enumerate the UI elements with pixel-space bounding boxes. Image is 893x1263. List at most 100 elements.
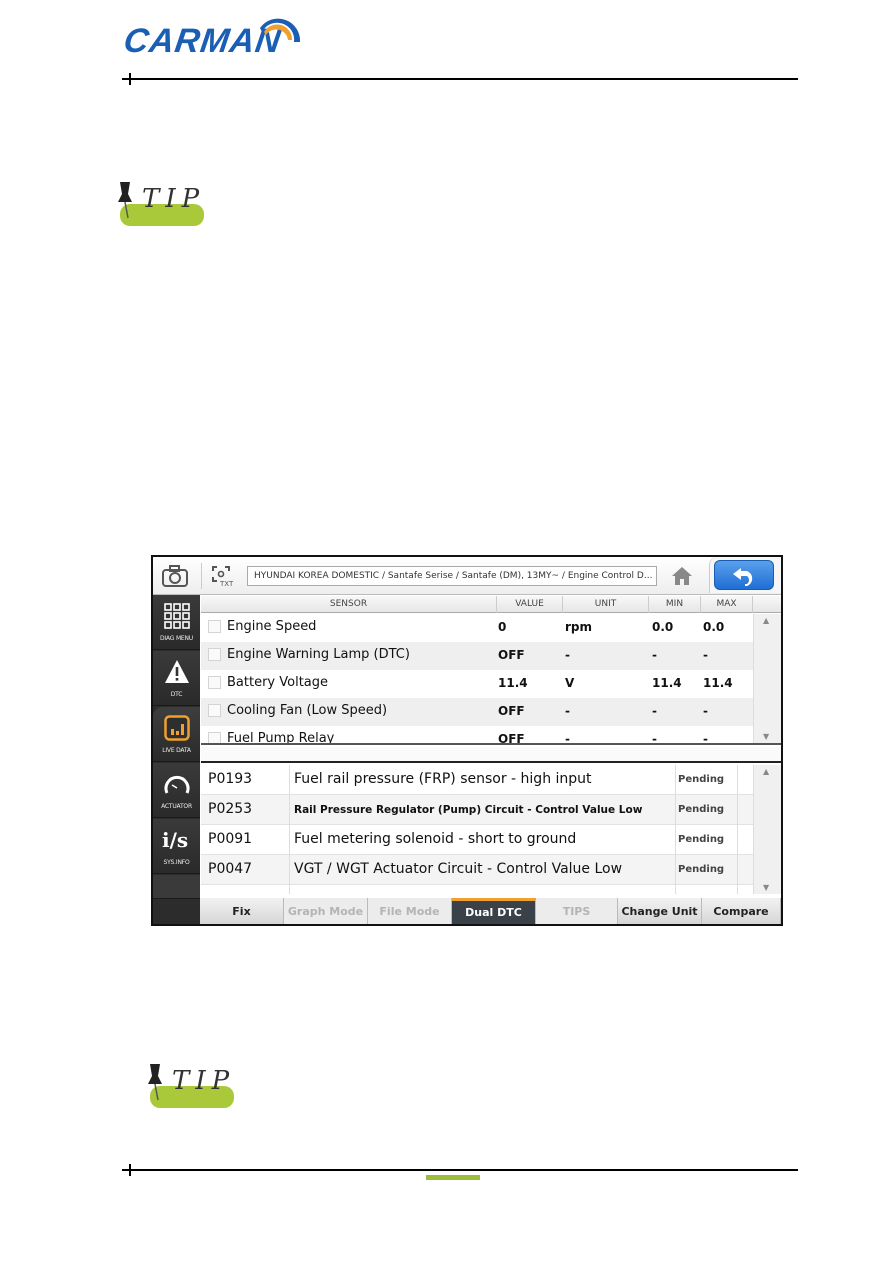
- sidebar-item-diag-menu[interactable]: DIAG MENU: [153, 595, 200, 650]
- sensor-max: 0.0: [703, 620, 725, 634]
- tip-label: TIP: [172, 1066, 236, 1096]
- dtc-code: P0193: [208, 771, 253, 787]
- dtc-description: Fuel metering solenoid - short to ground: [294, 831, 577, 847]
- scroll-down-icon[interactable]: ▼: [763, 883, 769, 892]
- device-screen: TXT HYUNDAI KOREA DOMESTIC / Santafe Ser…: [151, 555, 783, 926]
- fix-button[interactable]: Fix: [200, 898, 284, 924]
- sensor-row[interactable]: Engine Speed 0 rpm 0.0 0.0: [201, 614, 753, 642]
- pushpin-icon: [148, 1064, 162, 1101]
- info-icon: i/s: [162, 828, 189, 852]
- sensor-max: 11.4: [703, 676, 733, 690]
- sensor-unit: -: [565, 648, 570, 662]
- back-button[interactable]: [714, 560, 774, 590]
- sensor-value: OFF: [498, 648, 525, 662]
- dtc-code: P0253: [208, 801, 253, 817]
- graph-mode-button[interactable]: Graph Mode: [284, 898, 368, 924]
- col-header-value[interactable]: VALUE: [497, 596, 563, 613]
- dtc-scrollbar[interactable]: ▲ ▼: [753, 765, 781, 894]
- dtc-description: Rail Pressure Regulator (Pump) Circuit -…: [294, 804, 643, 816]
- tip-badge: TIP: [114, 180, 206, 230]
- home-icon[interactable]: [671, 565, 693, 587]
- dtc-description: VGT / WGT Actuator Circuit - Control Val…: [294, 861, 623, 877]
- header-rule: [122, 78, 798, 80]
- panel-splitter[interactable]: [201, 747, 781, 763]
- sensor-value: OFF: [498, 732, 525, 743]
- column-divider: [289, 765, 290, 894]
- compare-button[interactable]: Compare: [702, 898, 781, 924]
- sidebar-item-live-data[interactable]: LIVE DATA: [153, 707, 200, 762]
- sensor-row[interactable]: Battery Voltage 11.4 V 11.4 11.4: [201, 670, 753, 698]
- sensor-max: -: [703, 732, 708, 743]
- sidebar-item-sys-info[interactable]: i/s SYS.INFO: [153, 819, 200, 874]
- bottom-toolbar: Fix Graph Mode File Mode Dual DTC TIPS C…: [200, 898, 781, 924]
- dtc-row[interactable]: P0091 Fuel metering solenoid - short to …: [201, 825, 753, 855]
- sensor-min: -: [652, 648, 657, 662]
- col-header-unit[interactable]: UNIT: [563, 596, 649, 613]
- sidebar-label: SYS.INFO: [163, 859, 190, 866]
- sensor-max: -: [703, 648, 708, 662]
- dtc-row[interactable]: P0193 Fuel rail pressure (FRP) sensor - …: [201, 765, 753, 795]
- dual-dtc-button[interactable]: Dual DTC: [452, 898, 536, 924]
- header-rule-tick: [129, 73, 131, 85]
- sensor-unit: -: [565, 732, 570, 743]
- sensor-scrollbar[interactable]: ▲ ▼: [753, 614, 781, 743]
- footer-rule: [122, 1169, 798, 1171]
- sensor-unit: -: [565, 704, 570, 718]
- sensor-min: 11.4: [652, 676, 682, 690]
- text-capture-button[interactable]: TXT: [209, 563, 237, 591]
- sensor-table: SENSOR VALUE UNIT MIN MAX Engine Speed 0…: [201, 596, 781, 745]
- logo-swoosh-icon: [260, 18, 301, 42]
- dtc-code: P0091: [208, 831, 253, 847]
- dtc-status: Pending: [678, 774, 725, 785]
- sensor-unit: rpm: [565, 620, 593, 634]
- sensor-value: OFF: [498, 704, 525, 718]
- dtc-code: P0047: [208, 861, 253, 877]
- pushpin-icon: [118, 182, 132, 219]
- row-checkbox[interactable]: [208, 620, 221, 633]
- change-unit-button[interactable]: Change Unit: [618, 898, 702, 924]
- sensor-row[interactable]: Cooling Fan (Low Speed) OFF - - -: [201, 698, 753, 726]
- sensor-value: 0: [498, 620, 507, 634]
- dtc-status: Pending: [678, 834, 725, 845]
- file-mode-button[interactable]: File Mode: [368, 898, 452, 924]
- sidebar-item-actuator[interactable]: ACTUATOR: [153, 763, 200, 818]
- scroll-up-icon[interactable]: ▲: [763, 616, 769, 625]
- chart-icon: [164, 715, 190, 741]
- sensor-row[interactable]: Fuel Pump Relay OFF - - -: [201, 726, 753, 743]
- sidebar-item-dtc[interactable]: DTC: [153, 651, 200, 706]
- top-bar: TXT HYUNDAI KOREA DOMESTIC / Santafe Ser…: [153, 557, 781, 595]
- sidebar: DIAG MENU DTC LIVE DATA ACTUATOR i/s SYS…: [153, 595, 200, 924]
- dtc-row[interactable]: P0047 VGT / WGT Actuator Circuit - Contr…: [201, 855, 753, 885]
- row-checkbox[interactable]: [208, 704, 221, 717]
- grid-icon: [164, 603, 190, 629]
- row-checkbox[interactable]: [208, 648, 221, 661]
- sensor-name: Battery Voltage: [227, 675, 329, 690]
- footer-rule-tick: [129, 1164, 131, 1176]
- dtc-row[interactable]: P0253 Rail Pressure Regulator (Pump) Cir…: [201, 795, 753, 825]
- column-divider: [737, 765, 738, 894]
- sensor-max: -: [703, 704, 708, 718]
- scroll-down-icon[interactable]: ▼: [763, 732, 769, 741]
- col-header-min[interactable]: MIN: [649, 596, 701, 613]
- sensor-unit: V: [565, 676, 575, 690]
- dtc-status: Pending: [678, 864, 725, 875]
- sensor-value: 11.4: [498, 676, 528, 690]
- tip-label: TIP: [142, 184, 206, 214]
- col-header-sensor[interactable]: SENSOR: [201, 596, 497, 613]
- sensor-table-header: SENSOR VALUE UNIT MIN MAX: [201, 596, 781, 613]
- toolbar-divider: [201, 563, 202, 589]
- sidebar-label: LIVE DATA: [162, 747, 191, 754]
- dtc-status: Pending: [678, 804, 725, 815]
- row-checkbox[interactable]: [208, 676, 221, 689]
- tips-button[interactable]: TIPS: [536, 898, 618, 924]
- col-header-max[interactable]: MAX: [701, 596, 753, 613]
- row-checkbox[interactable]: [208, 732, 221, 743]
- sensor-name: Cooling Fan (Low Speed): [227, 703, 388, 718]
- column-divider: [675, 765, 676, 894]
- sensor-name: Engine Warning Lamp (DTC): [227, 647, 410, 662]
- scroll-up-icon[interactable]: ▲: [763, 767, 769, 776]
- sensor-min: -: [652, 732, 657, 743]
- camera-icon[interactable]: [161, 564, 189, 588]
- carman-logo: CARMAN: [121, 8, 304, 60]
- sensor-row[interactable]: Engine Warning Lamp (DTC) OFF - - -: [201, 642, 753, 670]
